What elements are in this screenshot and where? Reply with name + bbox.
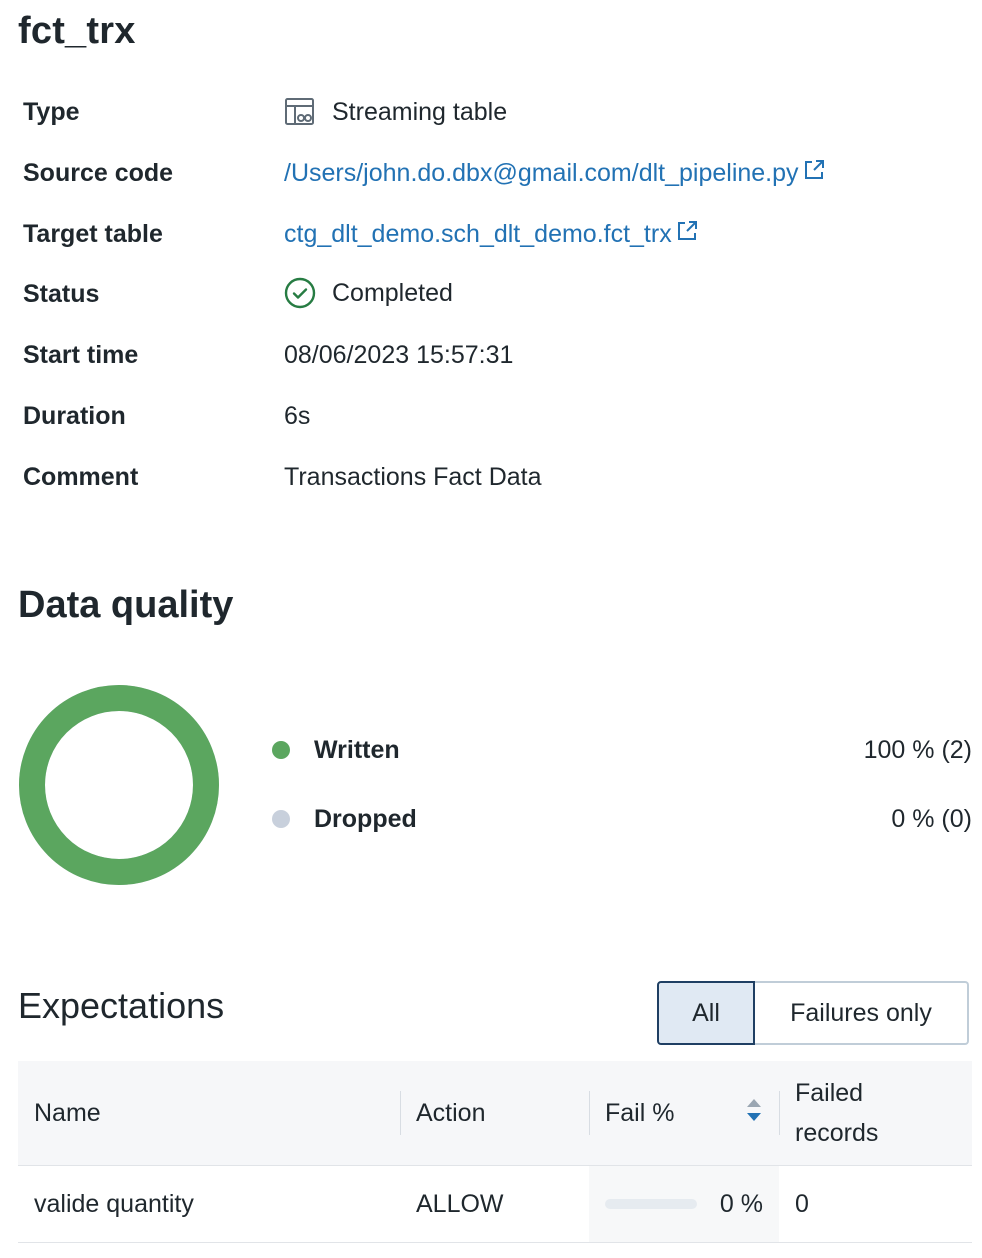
legend-dropped-value: 0 % (0) <box>891 804 972 833</box>
expectations-table: Name Action Fail % Failed records valide… <box>18 1061 972 1243</box>
fail-pct-value: 0 % <box>719 1189 763 1218</box>
donut-written-segment <box>19 685 219 885</box>
status-label: Status <box>23 280 100 308</box>
start-time-label: Start time <box>23 341 139 369</box>
source-code-path[interactable]: /Users/john.do.dbx@gmail.com/dlt_pipelin… <box>284 159 799 188</box>
expectation-name: valide quantity <box>18 1165 400 1243</box>
legend-written-value: 100 % (2) <box>863 735 972 764</box>
target-table-link[interactable]: ctg_dlt_demo.sch_dlt_demo.fct_trx <box>284 220 698 249</box>
column-header-name[interactable]: Name <box>18 1061 400 1166</box>
failed-records-header-line1: Failed <box>795 1079 864 1107</box>
filter-failures-only-button[interactable]: Failures only <box>755 981 969 1045</box>
fail-pct-header-label: Fail % <box>605 1098 675 1127</box>
expectations-filter: All Failures only <box>657 981 969 1045</box>
written-dot-icon <box>272 741 290 759</box>
dropped-dot-icon <box>272 810 290 828</box>
legend-written-label: Written <box>314 735 400 764</box>
type-label: Type <box>23 98 80 126</box>
comment-value: Transactions Fact Data <box>284 463 542 491</box>
status-value-row: Completed <box>284 277 453 309</box>
target-table-label: Target table <box>23 220 163 248</box>
expectation-fail-pct-cell: 0 % <box>589 1165 779 1243</box>
table-row: valide quantity ALLOW 0 % 0 <box>18 1165 972 1243</box>
column-header-action[interactable]: Action <box>400 1061 589 1166</box>
data-quality-heading: Data quality <box>18 584 234 626</box>
comment-label: Comment <box>23 463 139 491</box>
external-link-icon[interactable] <box>803 159 825 188</box>
legend-dropped: Dropped 0 % (0) <box>272 799 972 839</box>
legend-written: Written 100 % (2) <box>272 730 972 770</box>
external-link-icon[interactable] <box>676 220 698 249</box>
streaming-table-icon <box>284 96 316 128</box>
start-time-value: 08/06/2023 15:57:31 <box>284 341 514 369</box>
table-header-row: Name Action Fail % Failed records <box>18 1061 972 1166</box>
failed-records-value: 0 <box>779 1165 972 1243</box>
type-value: Streaming table <box>332 97 508 126</box>
page-title: fct_trx <box>18 10 136 52</box>
expectations-heading: Expectations <box>18 985 225 1026</box>
duration-value: 6s <box>284 402 311 430</box>
status-value: Completed <box>332 278 453 307</box>
failed-records-header-line2: records <box>795 1119 879 1147</box>
legend-dropped-label: Dropped <box>314 804 417 833</box>
source-code-label: Source code <box>23 159 174 187</box>
check-circle-icon <box>284 277 316 309</box>
column-header-fail-pct[interactable]: Fail % <box>589 1061 779 1166</box>
column-header-failed-records[interactable]: Failed records <box>779 1061 972 1166</box>
target-table-name[interactable]: ctg_dlt_demo.sch_dlt_demo.fct_trx <box>284 220 672 249</box>
sort-icon[interactable] <box>745 1097 763 1130</box>
source-code-link[interactable]: /Users/john.do.dbx@gmail.com/dlt_pipelin… <box>284 159 825 188</box>
expectation-action: ALLOW <box>400 1165 589 1243</box>
data-quality-donut <box>19 685 219 885</box>
type-value-row: Streaming table <box>284 96 507 128</box>
filter-all-button[interactable]: All <box>657 981 755 1045</box>
duration-label: Duration <box>23 402 126 430</box>
fail-pct-bar <box>605 1199 697 1209</box>
